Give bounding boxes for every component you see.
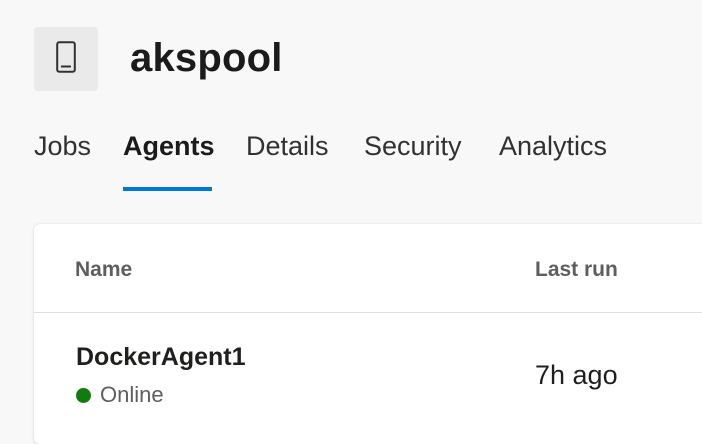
last-run-value: 7h ago xyxy=(535,360,618,390)
status-label: Online xyxy=(100,382,164,407)
column-header-last-run[interactable]: Last run xyxy=(535,256,618,284)
status-badge: Online xyxy=(76,381,164,409)
tab-analytics[interactable]: Analytics xyxy=(499,126,607,166)
tab-details[interactable]: Details xyxy=(246,126,329,166)
tab-agents[interactable]: Agents xyxy=(123,126,215,166)
column-header-name[interactable]: Name xyxy=(75,256,132,284)
active-tab-indicator xyxy=(123,187,212,191)
online-status-icon xyxy=(76,387,91,403)
agents-table: Name Last run DockerAgent1 Online 7h ago xyxy=(34,224,702,444)
pool-icon-tile xyxy=(34,27,98,91)
tab-security[interactable]: Security xyxy=(364,126,462,166)
agent-name[interactable]: DockerAgent1 xyxy=(76,341,246,373)
tab-jobs[interactable]: Jobs xyxy=(34,126,91,166)
table-row[interactable]: DockerAgent1 Online 7h ago xyxy=(34,313,702,444)
phone-agent-icon xyxy=(56,40,76,78)
page-title: akspool xyxy=(130,36,283,80)
